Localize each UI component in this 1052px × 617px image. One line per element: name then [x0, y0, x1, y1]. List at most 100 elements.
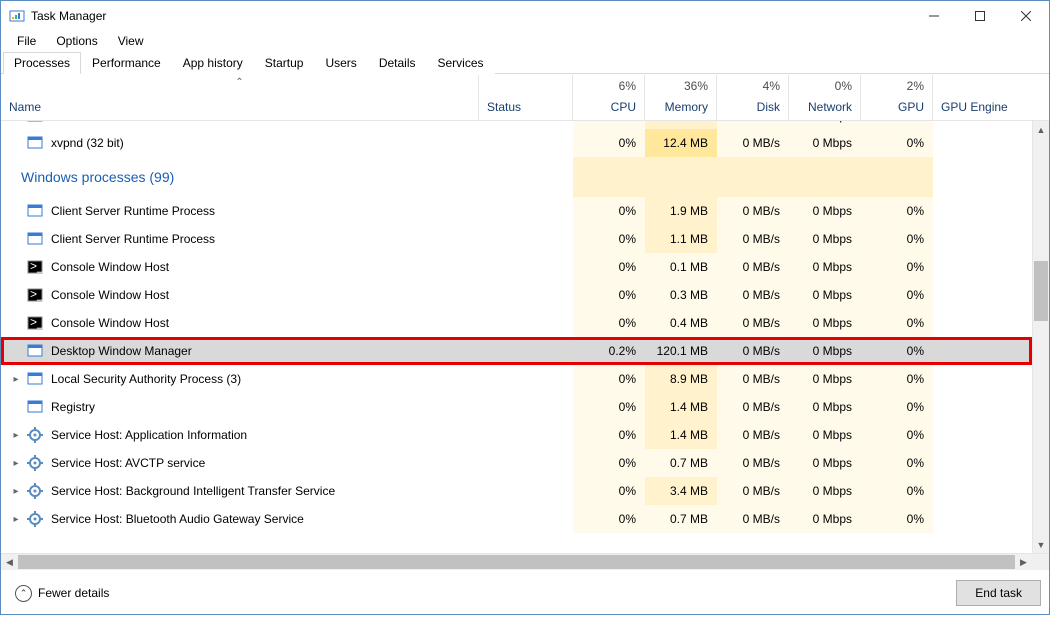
process-name: Service Host: AVCTP service	[47, 456, 205, 470]
column-headers: ⌃ Name Status 6%CPU 36%Memory 4%Disk 0%N…	[1, 75, 1049, 121]
process-name: Service Host: Background Intelligent Tra…	[47, 484, 335, 498]
memory-cell: 0.1 MB	[645, 253, 717, 281]
svg-text:>_: >_	[30, 259, 43, 273]
rows-viewport: WMI Provider Host0%2.5 MB0 MB/s0 Mbps0%x…	[1, 121, 1049, 570]
cpu-cell: 0%	[573, 393, 645, 421]
svg-text:>_: >_	[30, 287, 43, 301]
disk-cell: 0 MB/s	[717, 129, 789, 157]
disk-cell: 0 MB/s	[717, 121, 789, 129]
process-row[interactable]: Client Server Runtime Process0%1.1 MB0 M…	[1, 225, 1032, 253]
scroll-right-icon[interactable]: ▶	[1015, 554, 1032, 570]
process-row[interactable]: xvpnd (32 bit)0%12.4 MB0 MB/s0 Mbps0%	[1, 129, 1032, 157]
process-name: WMI Provider Host	[47, 121, 152, 123]
process-row[interactable]: ▸Local Security Authority Process (3)0%8…	[1, 365, 1032, 393]
process-row[interactable]: >_Console Window Host0%0.1 MB0 MB/s0 Mbp…	[1, 253, 1032, 281]
menu-options[interactable]: Options	[48, 32, 105, 50]
network-cell: 0 Mbps	[789, 477, 861, 505]
tab-startup[interactable]: Startup	[254, 52, 315, 74]
process-icon	[27, 135, 43, 151]
disk-cell: 0 MB/s	[717, 197, 789, 225]
process-name: Desktop Window Manager	[47, 344, 192, 358]
gpu-cell: 0%	[861, 449, 933, 477]
gpu-cell: 0%	[861, 129, 933, 157]
cpu-cell: 0%	[573, 309, 645, 337]
horizontal-scrollbar[interactable]: ◀ ▶	[1, 553, 1049, 570]
memory-cell: 0.7 MB	[645, 449, 717, 477]
disk-cell: 0 MB/s	[717, 393, 789, 421]
expand-icon[interactable]: ▸	[9, 374, 23, 385]
col-gpu[interactable]: 2%GPU	[861, 75, 933, 120]
network-cell: 0 Mbps	[789, 365, 861, 393]
menu-view[interactable]: View	[110, 32, 152, 50]
gpu-cell: 0%	[861, 121, 933, 129]
expand-icon[interactable]: ▸	[9, 458, 23, 469]
scroll-down-icon[interactable]: ▼	[1033, 536, 1049, 553]
process-row[interactable]: ▸Service Host: Bluetooth Audio Gateway S…	[1, 505, 1032, 533]
process-row[interactable]: >_Console Window Host0%0.4 MB0 MB/s0 Mbp…	[1, 309, 1032, 337]
process-row[interactable]: ▸Service Host: Application Information0%…	[1, 421, 1032, 449]
fewer-details-button[interactable]: ⌃ Fewer details	[9, 581, 115, 606]
memory-cell: 0.4 MB	[645, 309, 717, 337]
gpu-cell: 0%	[861, 225, 933, 253]
col-name[interactable]: ⌃ Name	[1, 75, 479, 120]
hscroll-thumb[interactable]	[18, 555, 1015, 569]
col-network[interactable]: 0%Network	[789, 75, 861, 120]
cpu-cell: 0%	[573, 421, 645, 449]
network-cell: 0 Mbps	[789, 421, 861, 449]
maximize-button[interactable]	[957, 1, 1003, 31]
process-icon: >_	[27, 287, 43, 303]
vertical-scrollbar[interactable]: ▲ ▼	[1032, 121, 1049, 553]
process-icon	[27, 231, 43, 247]
process-row[interactable]: Desktop Window Manager0.2%120.1 MB0 MB/s…	[1, 337, 1032, 365]
process-row[interactable]: >_Console Window Host0%0.3 MB0 MB/s0 Mbp…	[1, 281, 1032, 309]
process-name: Console Window Host	[47, 316, 169, 330]
process-name: xvpnd (32 bit)	[47, 136, 124, 150]
sort-indicator-icon: ⌃	[9, 79, 470, 87]
process-icon	[27, 455, 43, 471]
disk-cell: 0 MB/s	[717, 421, 789, 449]
process-name: Console Window Host	[47, 260, 169, 274]
scroll-up-icon[interactable]: ▲	[1033, 121, 1049, 138]
minimize-button[interactable]	[911, 1, 957, 31]
memory-cell: 3.4 MB	[645, 477, 717, 505]
col-gpu-engine[interactable]: GPU Engine	[933, 75, 1033, 120]
tab-processes[interactable]: Processes	[3, 52, 81, 74]
process-row[interactable]: Client Server Runtime Process0%1.9 MB0 M…	[1, 197, 1032, 225]
cpu-cell: 0%	[573, 129, 645, 157]
expand-icon[interactable]: ▸	[9, 430, 23, 441]
titlebar[interactable]: Task Manager	[1, 1, 1049, 31]
window-title: Task Manager	[31, 9, 106, 23]
network-cell: 0 Mbps	[789, 129, 861, 157]
tab-services[interactable]: Services	[427, 52, 495, 74]
tab-performance[interactable]: Performance	[81, 52, 172, 74]
process-row[interactable]: Registry0%1.4 MB0 MB/s0 Mbps0%	[1, 393, 1032, 421]
process-row[interactable]: WMI Provider Host0%2.5 MB0 MB/s0 Mbps0%	[1, 121, 1032, 129]
tab-users[interactable]: Users	[314, 52, 367, 74]
tab-app-history[interactable]: App history	[172, 52, 254, 74]
col-memory[interactable]: 36%Memory	[645, 75, 717, 120]
disk-cell: 0 MB/s	[717, 505, 789, 533]
disk-cell: 0 MB/s	[717, 281, 789, 309]
expand-icon[interactable]: ▸	[9, 486, 23, 497]
scroll-thumb[interactable]	[1034, 261, 1048, 321]
col-disk[interactable]: 4%Disk	[717, 75, 789, 120]
gpu-cell: 0%	[861, 253, 933, 281]
close-button[interactable]	[1003, 1, 1049, 31]
disk-cell: 0 MB/s	[717, 365, 789, 393]
network-cell: 0 Mbps	[789, 337, 861, 365]
process-icon	[27, 427, 43, 443]
menubar: File Options View	[1, 31, 1049, 51]
col-cpu[interactable]: 6%CPU	[573, 75, 645, 120]
process-icon	[27, 343, 43, 359]
tab-details[interactable]: Details	[368, 52, 427, 74]
end-task-button[interactable]: End task	[956, 580, 1041, 606]
process-row[interactable]: ▸Service Host: AVCTP service0%0.7 MB0 MB…	[1, 449, 1032, 477]
expand-icon[interactable]: ▸	[9, 514, 23, 525]
process-row[interactable]: ▸ Service Host: Background Intelligent Tr…	[1, 477, 1032, 505]
scroll-left-icon[interactable]: ◀	[1, 554, 18, 570]
memory-cell: 1.4 MB	[645, 421, 717, 449]
network-cell: 0 Mbps	[789, 253, 861, 281]
col-status[interactable]: Status	[479, 75, 573, 120]
gpu-cell: 0%	[861, 365, 933, 393]
menu-file[interactable]: File	[9, 32, 44, 50]
